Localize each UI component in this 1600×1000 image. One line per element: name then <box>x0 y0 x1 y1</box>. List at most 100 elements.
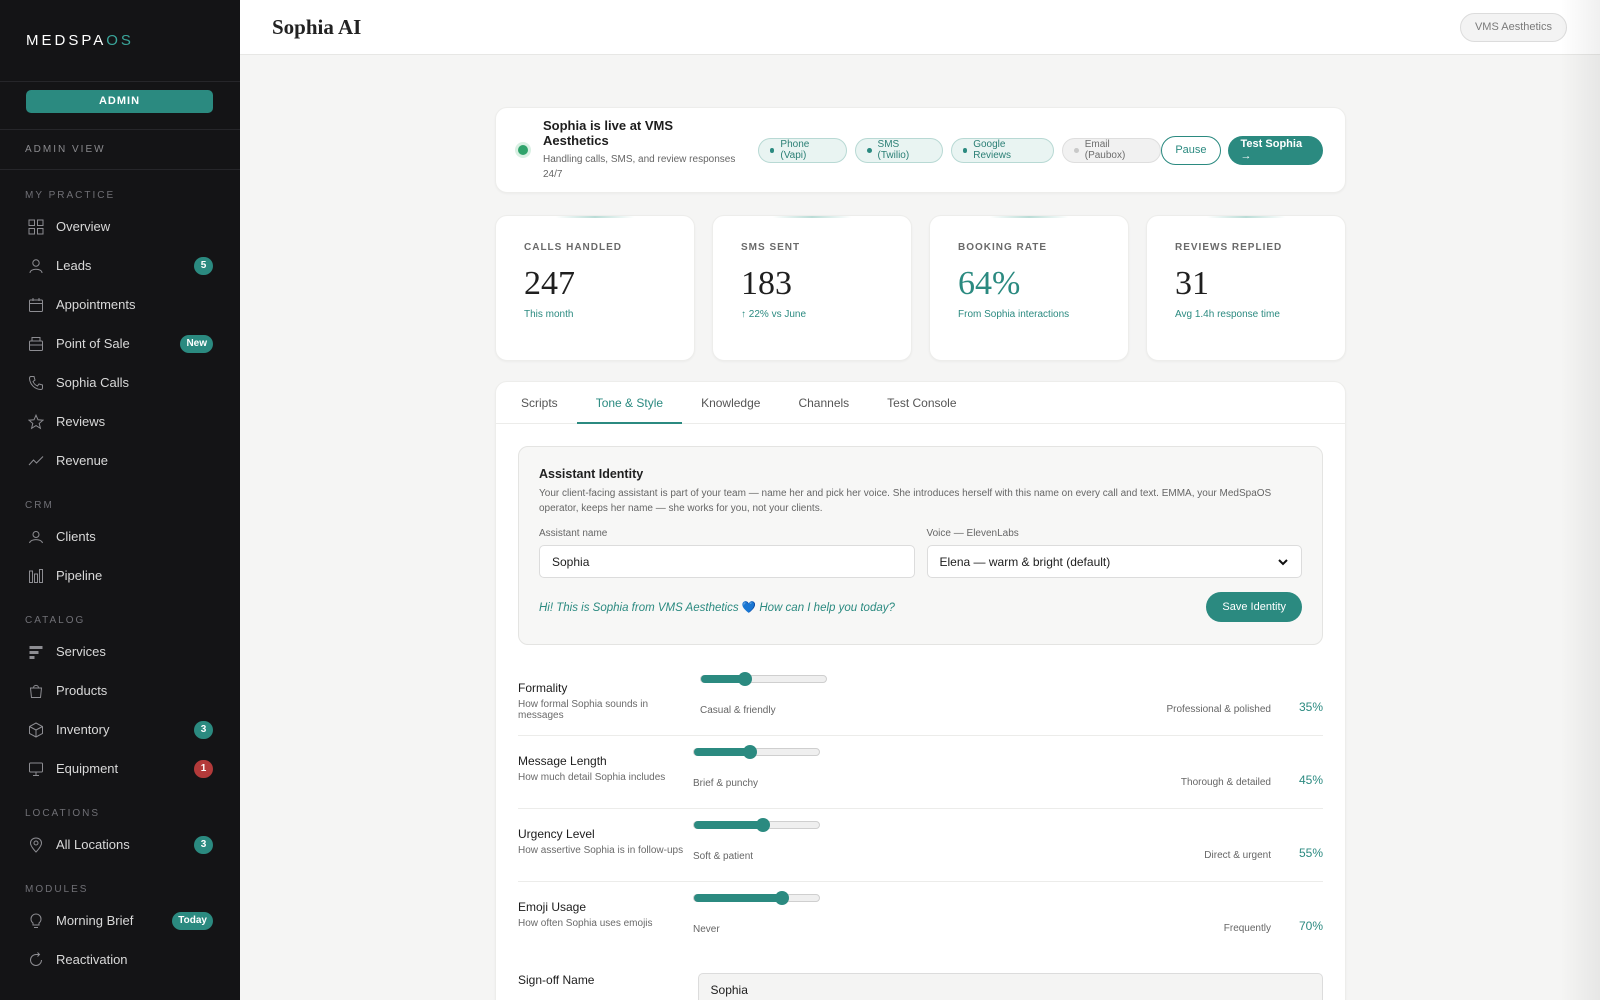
stat-card: SMS SENT 183 ↑ 22% vs June <box>712 215 912 361</box>
stat-note: ↑ 22% vs June <box>741 309 807 320</box>
box-icon <box>27 721 44 738</box>
test-sophia-button[interactable]: Test Sophia → <box>1227 135 1323 165</box>
status-dot-icon <box>866 147 872 153</box>
practice-selector[interactable]: VMS Aesthetics <box>1459 13 1567 42</box>
tab-test-console[interactable]: Test Console <box>868 382 975 423</box>
tab-tone-style[interactable]: Tone & Style <box>576 382 683 424</box>
slider-min-label: Never <box>693 924 720 935</box>
sidebar-item-clients[interactable]: Clients <box>0 517 240 556</box>
assistant-name-group: Assistant name Sophia <box>539 528 915 578</box>
voice-select[interactable]: Elena — warm & bright (default) <box>926 545 1302 578</box>
slider-name: Urgency Level <box>518 827 595 841</box>
slider-max-label: Frequently <box>1223 923 1271 934</box>
sidebar-item-label: Reactivation <box>56 952 128 967</box>
slider-thumb[interactable] <box>743 745 758 759</box>
slider-track[interactable] <box>693 745 820 759</box>
role-button[interactable]: ADMIN <box>26 90 213 113</box>
tab-scripts[interactable]: Scripts <box>502 382 577 423</box>
status-title: Sophia is live at VMS Aesthetics <box>543 118 674 148</box>
channel-chip[interactable]: Phone (Vapi) <box>757 137 847 163</box>
slider-track[interactable] <box>693 891 820 905</box>
status-actions: Pause Test Sophia → <box>1161 135 1323 165</box>
signoff-input[interactable]: Sophia <box>697 973 1323 1000</box>
nav-section-label: MODULES <box>25 884 89 895</box>
save-identity-button[interactable]: Save Identity <box>1206 592 1302 622</box>
slider-info: Message Length How much detail Sophia inc… <box>518 754 693 783</box>
sidebar-item-reviews[interactable]: Reviews <box>0 402 240 441</box>
heart-icon: 💙 <box>741 602 757 614</box>
logo[interactable]: MEDSPA OS <box>0 0 240 82</box>
slider-min-label: Soft & patient <box>693 851 754 862</box>
sidebar-item-inventory[interactable]: Inventory 3 <box>0 710 240 749</box>
sidebar-item-label: Clients <box>56 529 96 544</box>
tab-channels[interactable]: Channels <box>779 382 868 423</box>
slider-track[interactable] <box>700 672 827 686</box>
sidebar-item-label: Services <box>56 644 106 659</box>
sidebar-item-label: All Locations <box>56 837 130 852</box>
slider-name: Message Length <box>518 754 607 768</box>
sidebar-item-morning-brief[interactable]: Morning Brief Today <box>0 901 240 940</box>
nav-section-label: CATALOG <box>25 615 86 626</box>
slider-control: Brief & punchy Thorough & detailed 45% <box>693 745 1323 789</box>
pipeline-icon <box>27 567 44 584</box>
nav-badge: 3 <box>194 720 213 739</box>
slider-row: Urgency Level How assertive Sophia is in … <box>518 809 1323 882</box>
sidebar-item-services[interactable]: Services <box>0 632 240 671</box>
tone-sliders: Formality How formal Sophia sounds in mes… <box>518 663 1323 955</box>
sidebar-item-leads[interactable]: Leads 5 <box>0 246 240 285</box>
slider-track[interactable] <box>693 818 820 832</box>
slider-thumb[interactable] <box>774 891 789 905</box>
voice-label: Voice — ElevenLabs <box>926 528 1019 539</box>
sidebar-item-sophia-calls[interactable]: Sophia Calls <box>0 363 240 402</box>
slider-thumb[interactable] <box>737 672 752 686</box>
sidebar-item-label: Morning Brief <box>56 913 134 928</box>
slider-value: 45% <box>1298 773 1323 787</box>
sidebar-item-overview[interactable]: Overview <box>0 207 240 246</box>
nav-section-label: CRM <box>25 500 54 511</box>
sidebar-item-point-of-sale[interactable]: Point of Sale New <box>0 324 240 363</box>
status-text: Sophia is live at VMS Aesthetics Handlin… <box>543 118 736 182</box>
voice-group: Voice — ElevenLabs Elena — warm & bright… <box>926 528 1302 578</box>
channel-chip[interactable]: Email (Paubox) <box>1062 137 1162 163</box>
sidebar-item-pipeline[interactable]: Pipeline <box>0 556 240 595</box>
star-icon <box>27 413 44 430</box>
nav-badge: 5 <box>194 256 213 275</box>
tab-knowledge[interactable]: Knowledge <box>682 382 779 423</box>
sidebar-item-equipment[interactable]: Equipment 1 <box>0 749 240 788</box>
slider-value: 55% <box>1298 846 1323 860</box>
sidebar-item-label: Reviews <box>56 414 106 429</box>
sidebar-item-all-locations[interactable]: All Locations 3 <box>0 825 240 864</box>
channel-chip-label: Email (Paubox) <box>1084 139 1126 161</box>
sidebar-item-reactivation[interactable]: Reactivation <box>0 940 240 979</box>
live-indicator-icon <box>518 145 528 155</box>
slider-row: Message Length How much detail Sophia inc… <box>518 736 1323 809</box>
settings-tabs: Scripts Tone & Style Knowledge Channels Test… <box>496 382 1345 424</box>
settings-card: Scripts Tone & Style Knowledge Channels Test… <box>495 381 1346 1000</box>
clients-icon <box>27 528 44 545</box>
sidebar-item-products[interactable]: Products <box>0 671 240 710</box>
sidebar-item-revenue[interactable]: Revenue <box>0 441 240 480</box>
user-icon <box>27 257 44 274</box>
status-dot-icon <box>1074 147 1079 153</box>
calendar-icon <box>27 296 44 313</box>
sidebar-item-appointments[interactable]: Appointments <box>0 285 240 324</box>
slider-min-label: Casual & friendly <box>700 705 776 716</box>
slider-min-label: Brief & punchy <box>693 778 759 789</box>
status-subtitle: Handling calls, SMS, and review response… <box>543 154 736 180</box>
channel-chip-label: Phone (Vapi) <box>780 139 810 161</box>
sidebar-item-label: Pipeline <box>56 568 103 583</box>
slider-max-label: Direct & urgent <box>1204 850 1271 861</box>
stat-value: 31 <box>1175 265 1209 302</box>
sidebar-item-label: Leads <box>56 258 92 273</box>
channel-chip[interactable]: SMS (Twilio) <box>854 137 943 163</box>
sidebar-item-label: Point of Sale <box>56 336 130 351</box>
pause-button[interactable]: Pause <box>1161 135 1221 165</box>
slider-row: Formality How formal Sophia sounds in mes… <box>518 663 1323 736</box>
stat-label: REVIEWS REPLIED <box>1175 242 1283 253</box>
main-content: Sophia is live at VMS Aesthetics Handlin… <box>495 107 1346 1000</box>
channel-chip[interactable]: Google Reviews <box>950 137 1055 163</box>
slider-value: 70% <box>1298 919 1323 933</box>
assistant-name-input[interactable]: Sophia <box>539 545 915 578</box>
slider-thumb[interactable] <box>755 818 770 832</box>
channel-chip-label: SMS (Twilio) <box>877 139 910 161</box>
